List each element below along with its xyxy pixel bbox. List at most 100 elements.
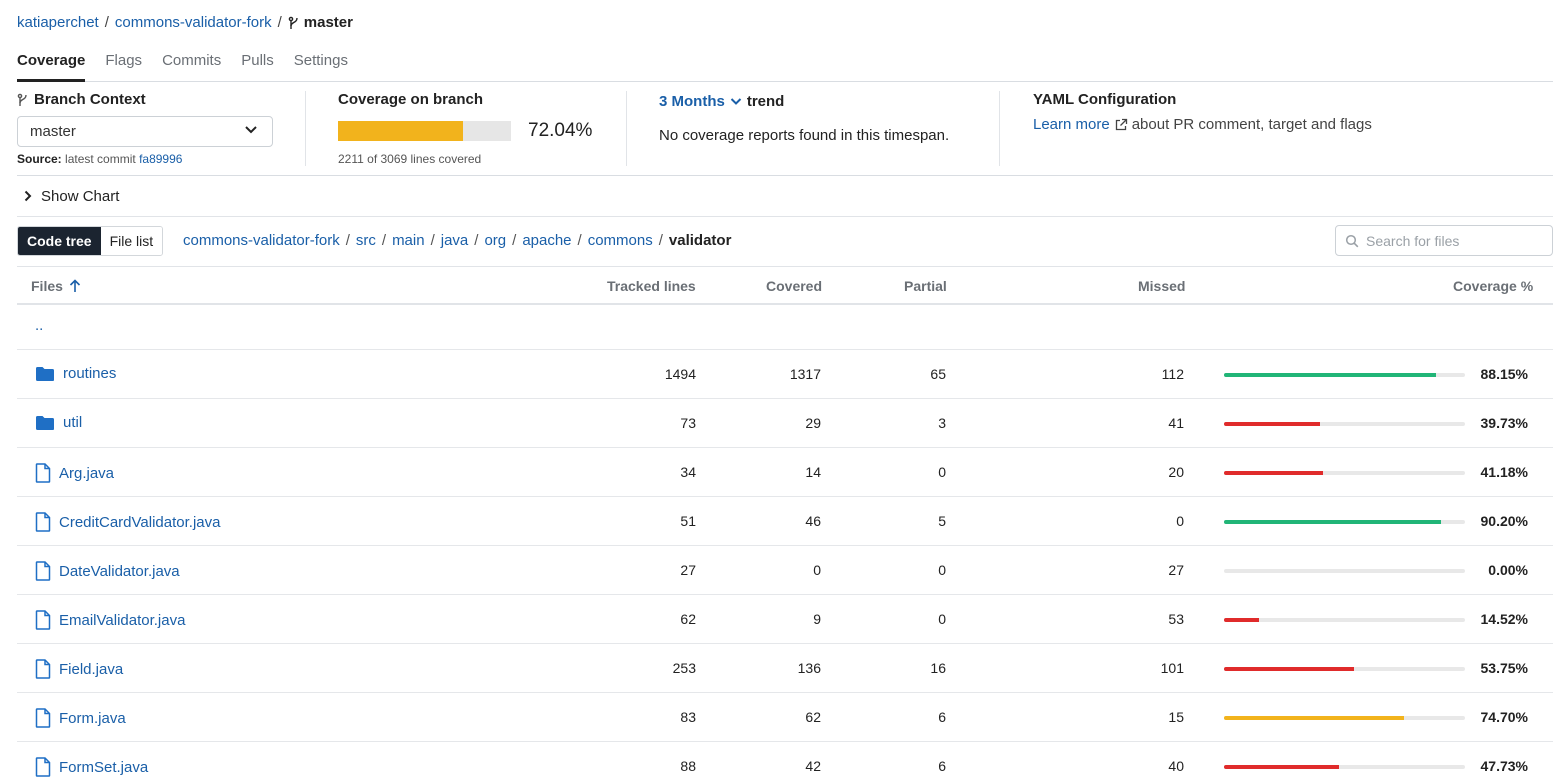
- coverage-percent-cell: 41.18%: [1480, 464, 1528, 480]
- code-tree-button[interactable]: Code tree: [18, 227, 101, 255]
- file-name-link[interactable]: FormSet.java: [35, 757, 148, 777]
- source-info: Source: latest commit fa89996: [17, 152, 183, 166]
- table-row[interactable]: EmailValidator.java 62 9 0 53 14.52%: [17, 595, 1553, 644]
- table-row[interactable]: Form.java 83 62 6 15 74.70%: [17, 693, 1553, 742]
- table-header: Files Tracked lines Covered Partial Miss…: [17, 266, 1553, 305]
- partial-cell: 6: [938, 709, 946, 725]
- file-icon: [35, 659, 51, 679]
- trend-message: No coverage reports found in this timesp…: [659, 127, 950, 144]
- breadcrumb-branch: master: [288, 14, 353, 31]
- path-segment[interactable]: java: [441, 232, 469, 249]
- table-row[interactable]: util 73 29 3 41 39.73%: [17, 399, 1553, 448]
- coverage-percent-cell: 0.00%: [1488, 562, 1528, 578]
- covered-column-header[interactable]: Covered: [766, 278, 822, 294]
- tab-flags[interactable]: Flags: [105, 50, 142, 82]
- search-input[interactable]: Search for files: [1335, 225, 1553, 256]
- show-chart-toggle[interactable]: Show Chart: [17, 176, 1553, 217]
- path-current: validator: [668, 232, 732, 249]
- table-row[interactable]: CreditCardValidator.java 51 46 5 0 90.20%: [17, 497, 1553, 546]
- partial-cell: 0: [938, 464, 946, 480]
- tab-pulls[interactable]: Pulls: [241, 50, 274, 82]
- file-list-button[interactable]: File list: [100, 227, 163, 255]
- partial-cell: 5: [938, 513, 946, 529]
- partial-cell: 0: [938, 611, 946, 627]
- coverage-percent-cell: 53.75%: [1480, 660, 1528, 676]
- table-row[interactable]: routines 1494 1317 65 112 88.15%: [17, 350, 1553, 399]
- parent-directory-link[interactable]: ..: [35, 317, 43, 334]
- missed-cell: 112: [1161, 366, 1184, 382]
- breadcrumb: katiaperchet / commons-validator-fork / …: [17, 14, 353, 31]
- file-name: CreditCardValidator.java: [59, 513, 221, 531]
- file-name: EmailValidator.java: [59, 611, 186, 629]
- coverage-summary: Branch Context master Source: latest com…: [17, 82, 1553, 176]
- path-segment[interactable]: commons-validator-fork: [183, 232, 340, 249]
- coverage-percent-cell: 39.73%: [1480, 415, 1528, 431]
- commit-link[interactable]: fa89996: [139, 152, 182, 166]
- file-name-link[interactable]: CreditCardValidator.java: [35, 512, 220, 532]
- coverage-bar-fill: [1224, 618, 1259, 622]
- covered-cell: 62: [805, 709, 821, 725]
- file-name-link[interactable]: DateValidator.java: [35, 561, 180, 581]
- path-segment[interactable]: src: [356, 232, 376, 249]
- file-name: routines: [63, 365, 117, 382]
- tab-commits[interactable]: Commits: [162, 50, 221, 82]
- table-row[interactable]: FormSet.java 88 42 6 40 47.73%: [17, 742, 1553, 784]
- coverage-percent: 72.04%: [528, 120, 593, 141]
- repo-tabs: Coverage Flags Commits Pulls Settings: [17, 50, 1553, 82]
- search-placeholder: Search for files: [1366, 232, 1460, 249]
- file-name: util: [63, 414, 83, 431]
- missed-cell: 40: [1168, 758, 1184, 774]
- path-segment[interactable]: apache: [522, 232, 571, 249]
- chevron-down-icon: [245, 126, 257, 134]
- breadcrumb-repo[interactable]: commons-validator-fork: [115, 14, 272, 31]
- partial-column-header[interactable]: Partial: [904, 278, 947, 294]
- coverage-bar-fill: [1224, 373, 1437, 377]
- coverage-bar: [1224, 569, 1465, 573]
- breadcrumb-owner[interactable]: katiaperchet: [17, 14, 99, 31]
- file-name-link[interactable]: util: [35, 414, 82, 431]
- parent-directory-row[interactable]: ..: [17, 305, 1553, 350]
- file-icon: [35, 512, 51, 532]
- file-name-link[interactable]: EmailValidator.java: [35, 610, 185, 630]
- branch-context-title: Branch Context: [17, 91, 305, 108]
- path-segment[interactable]: commons: [588, 232, 653, 249]
- covered-cell: 136: [797, 660, 821, 676]
- path-segment[interactable]: main: [392, 232, 425, 249]
- branch-select[interactable]: master: [17, 116, 273, 147]
- branch-icon: [17, 93, 27, 106]
- yaml-panel: YAML Configuration Learn more about PR c…: [1033, 91, 1533, 166]
- branch-name: master: [303, 14, 353, 31]
- tab-coverage[interactable]: Coverage: [17, 50, 86, 82]
- missed-cell: 27: [1168, 562, 1184, 578]
- branch-select-value: master: [30, 123, 76, 140]
- tracked-lines-cell: 83: [680, 709, 696, 725]
- partial-cell: 65: [930, 366, 946, 382]
- files-column-header[interactable]: Files: [31, 278, 81, 294]
- tracked-lines-cell: 27: [680, 562, 696, 578]
- coverage-percent-cell: 88.15%: [1480, 366, 1528, 382]
- coverage-progress-fill: [338, 121, 463, 141]
- learn-more-link[interactable]: Learn more: [1033, 116, 1110, 133]
- file-name-link[interactable]: Field.java: [35, 659, 123, 679]
- file-name-link[interactable]: Arg.java: [35, 463, 114, 483]
- breadcrumb-separator: /: [277, 14, 282, 31]
- table-row[interactable]: Field.java 253 136 16 101 53.75%: [17, 644, 1553, 693]
- chevron-right-icon: [24, 190, 32, 202]
- coverage-column-header[interactable]: Coverage %: [1453, 278, 1533, 294]
- file-name-link[interactable]: routines: [35, 365, 116, 382]
- file-name-link[interactable]: Form.java: [35, 708, 126, 728]
- branch-icon: [288, 16, 298, 29]
- file-icon: [35, 757, 51, 777]
- covered-cell: 29: [805, 415, 821, 431]
- tracked-lines-column-header[interactable]: Tracked lines: [607, 278, 696, 294]
- directory-breadcrumb: commons-validator-fork / src / main / java /…: [183, 232, 732, 249]
- covered-cell: 46: [805, 513, 821, 529]
- trend-range-select[interactable]: 3 Months: [659, 93, 742, 110]
- tracked-lines-cell: 88: [680, 758, 696, 774]
- tab-settings[interactable]: Settings: [294, 50, 348, 82]
- missed-column-header[interactable]: Missed: [1138, 278, 1185, 294]
- table-row[interactable]: Arg.java 34 14 0 20 41.18%: [17, 448, 1553, 497]
- coverage-bar: [1224, 422, 1465, 426]
- table-row[interactable]: DateValidator.java 27 0 0 27 0.00%: [17, 546, 1553, 595]
- path-segment[interactable]: org: [484, 232, 506, 249]
